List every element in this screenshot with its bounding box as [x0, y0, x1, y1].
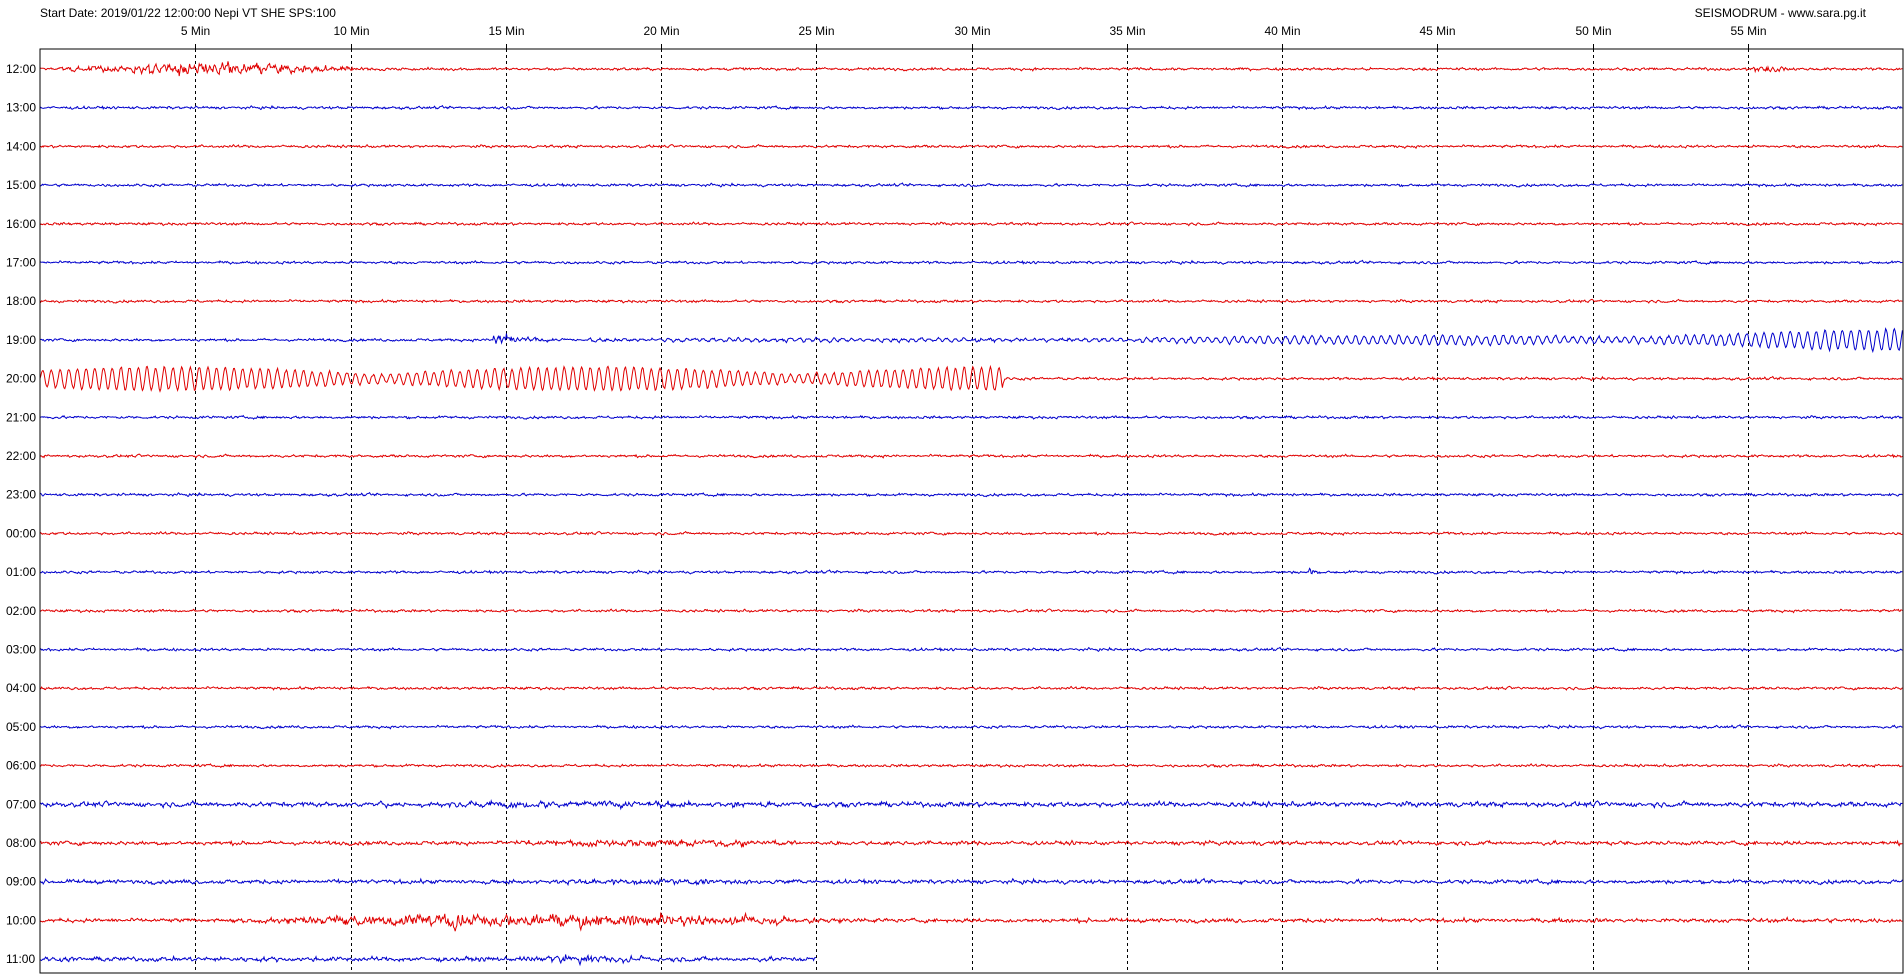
trace-0400 [39, 685, 1903, 691]
trace-1300 [39, 104, 1903, 111]
row-label-1800: 18:00 [6, 294, 36, 308]
row-label-0500: 05:00 [6, 720, 36, 734]
row-label-0000: 00:00 [6, 526, 36, 540]
trace-0600 [39, 763, 1903, 769]
x-tick-label-50: 50 Min [1575, 24, 1611, 38]
row-label-1100: 11:00 [6, 952, 35, 966]
row-label-1300: 13:00 [6, 101, 36, 115]
row-label-2300: 23:00 [6, 488, 36, 502]
x-tick-label-30: 30 Min [954, 24, 990, 38]
trace-1600 [39, 221, 1903, 227]
row-label-1500: 15:00 [6, 178, 36, 192]
row-label-0400: 04:00 [6, 681, 36, 695]
row-label-1400: 14:00 [6, 139, 36, 153]
x-tick-label-10: 10 Min [333, 24, 369, 38]
trace-0700 [39, 798, 1903, 811]
x-tick-label-15: 15 Min [488, 24, 524, 38]
trace-2300 [39, 491, 1903, 498]
row-label-2200: 22:00 [6, 449, 36, 463]
trace-0900 [39, 877, 1903, 887]
trace-0300 [39, 646, 1903, 653]
row-label-0300: 03:00 [6, 643, 36, 657]
plot-frame [39, 48, 1904, 974]
row-label-2000: 20:00 [6, 372, 36, 386]
trace-0100 [39, 567, 1903, 575]
trace-2200 [39, 453, 1903, 459]
grid-layer [195, 44, 1749, 973]
x-tick-label-45: 45 Min [1419, 24, 1455, 38]
row-label-1700: 17:00 [6, 256, 36, 270]
trace-2100 [39, 414, 1903, 420]
trace-1400 [39, 143, 1903, 150]
trace-1800 [39, 298, 1903, 304]
row-label-1000: 10:00 [6, 913, 36, 927]
trace-0000 [39, 530, 1903, 537]
trace-0200 [39, 608, 1903, 614]
trace-layer [39, 61, 1903, 967]
row-label-0900: 09:00 [6, 875, 36, 889]
row-label-0600: 06:00 [6, 759, 36, 773]
trace-1200 [39, 61, 1903, 77]
trace-1700 [39, 259, 1903, 266]
row-label-1900: 19:00 [6, 333, 36, 347]
row-label-2100: 21:00 [6, 410, 36, 424]
trace-2000 [39, 364, 1903, 393]
trace-1500 [39, 182, 1903, 188]
trace-0800 [39, 838, 1903, 849]
row-label-0200: 02:00 [6, 604, 36, 618]
row-label-0100: 01:00 [6, 565, 36, 579]
trace-1900 [39, 327, 1903, 354]
row-label-1600: 16:00 [6, 217, 36, 231]
helicorder-chart: 5 Min 10 Min 15 Min 20 Min 25 Min 30 Min 35 Mi… [6, 24, 1904, 974]
row-label-0700: 07:00 [6, 797, 36, 811]
x-tick-label-55: 55 Min [1730, 24, 1766, 38]
x-tick-label-25: 25 Min [798, 24, 834, 38]
trace-1000 [39, 911, 1903, 932]
seismogram-page: Start Date: 2019/01/22 12:00:00 Nepi VT … [0, 0, 1904, 975]
trace-0500 [39, 724, 1903, 730]
row-label-1200: 12:00 [6, 62, 36, 76]
x-tick-label-20: 20 Min [643, 24, 679, 38]
x-tick-label-35: 35 Min [1109, 24, 1145, 38]
trace-1100 [39, 953, 817, 967]
row-label-0800: 08:00 [6, 836, 36, 850]
x-tick-label-40: 40 Min [1264, 24, 1300, 38]
x-tick-label-5: 5 Min [181, 24, 210, 38]
